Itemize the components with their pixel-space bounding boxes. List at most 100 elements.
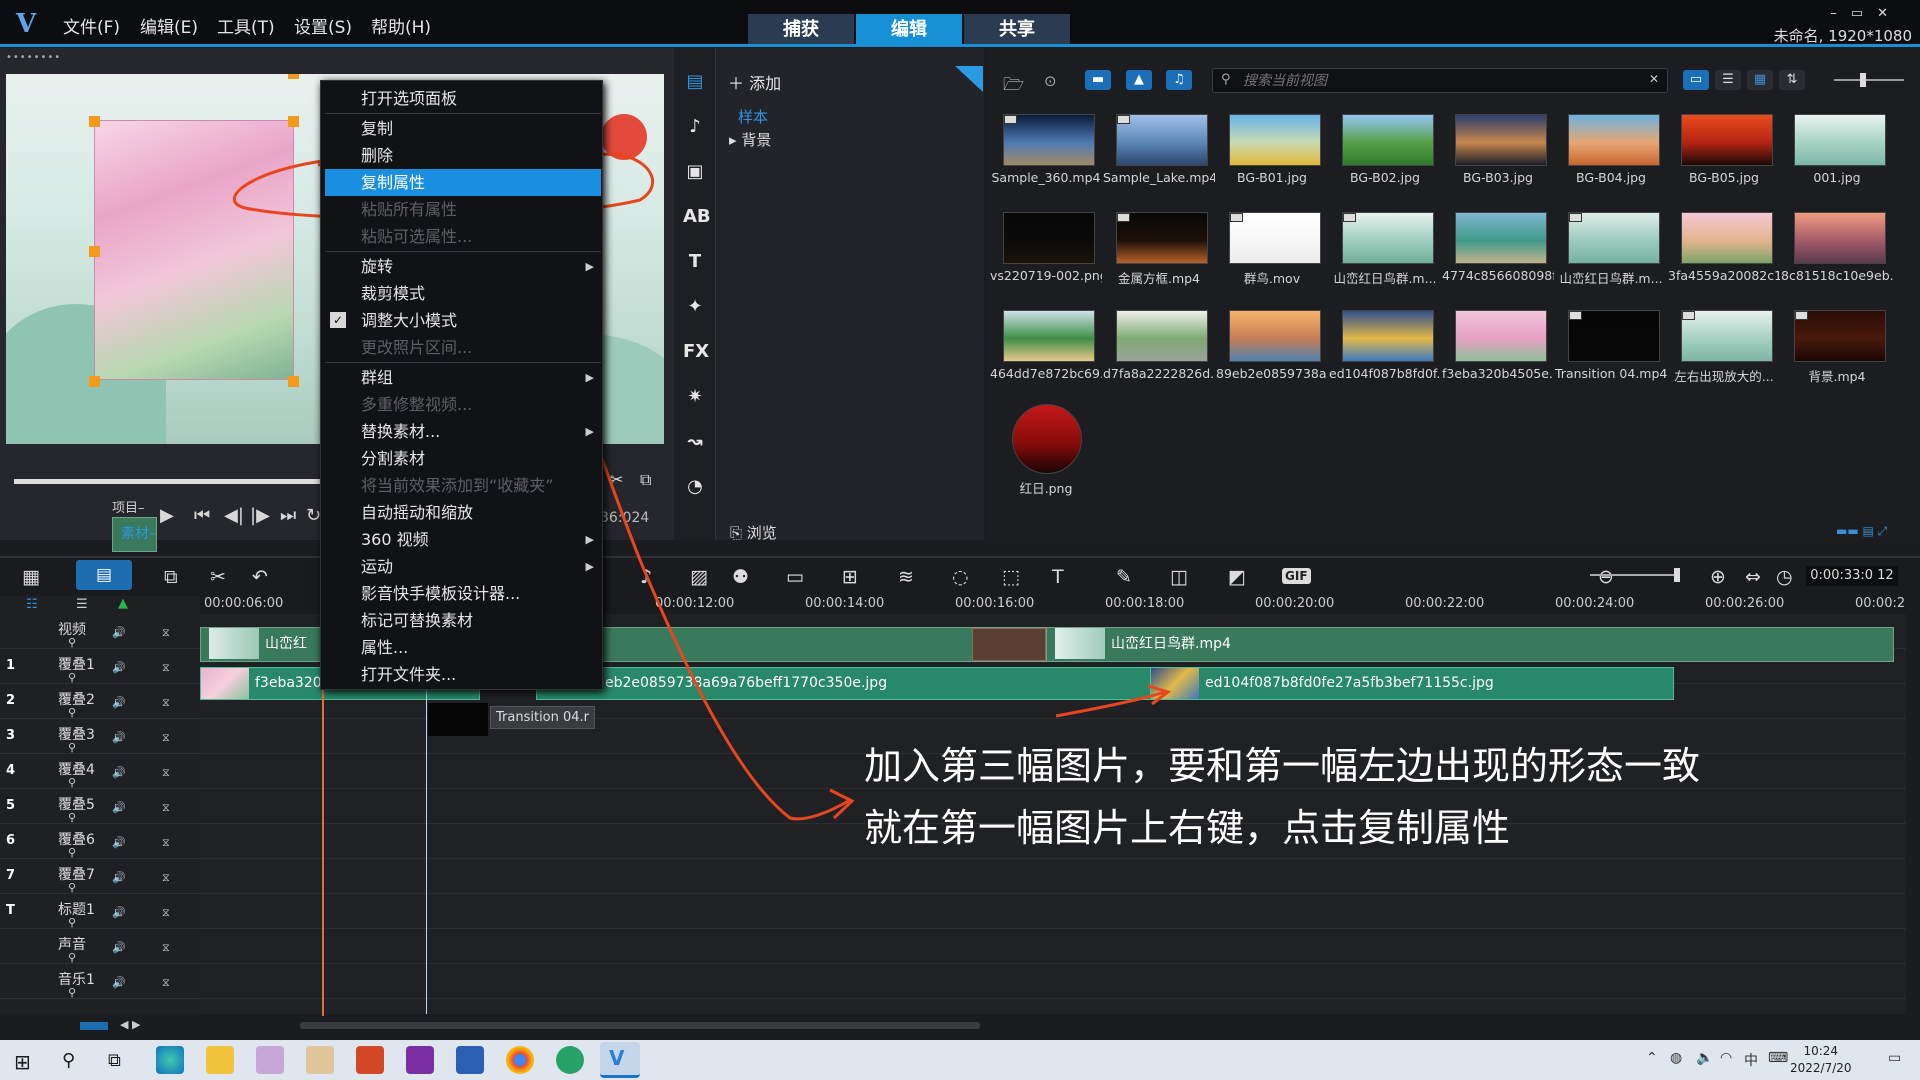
tab-share[interactable]: 共享 <box>964 14 1070 46</box>
filter-photo-icon[interactable]: ▲ <box>1126 70 1152 90</box>
edge-icon[interactable] <box>156 1046 184 1074</box>
rotate-icon[interactable]: ◌ <box>952 566 969 588</box>
mask-icon[interactable]: ⚉ <box>732 566 749 588</box>
menu-edit[interactable]: 编辑(E) <box>140 13 198 38</box>
lock-icon[interactable]: ⚲ <box>68 916 76 929</box>
onenote-icon[interactable] <box>406 1046 434 1074</box>
context-menu-item[interactable]: 影音快手模板设计器... <box>321 580 604 607</box>
menu-settings[interactable]: 设置(S) <box>294 13 352 38</box>
context-menu-item[interactable]: 复制 <box>321 115 604 142</box>
menu-tools[interactable]: 工具(T) <box>217 13 275 38</box>
media-thumbnail[interactable]: BG-B01.jpg <box>1216 106 1326 202</box>
powerpoint-icon[interactable] <box>356 1046 384 1074</box>
media-thumbnail[interactable]: ed104f087b8fd0f... <box>1329 302 1441 398</box>
context-menu-item[interactable]: 自动摇动和缩放 <box>321 499 604 526</box>
library-view-options[interactable]: ▬▬ ▤ ⤢ <box>1836 524 1887 539</box>
context-menu-item[interactable]: 调整大小模式 ✓ <box>321 307 604 334</box>
context-menu-item[interactable]: 360 视频 ▶ <box>321 526 604 553</box>
zoom-in-icon[interactable]: ⊕ <box>1710 566 1726 588</box>
windows-start-icon[interactable]: ⊞ <box>14 1050 31 1074</box>
context-menu-item[interactable]: 复制属性 <box>325 169 601 196</box>
video-clip[interactable]: 山峦红日鸟群.mp4 <box>1046 627 1894 662</box>
lock-icon[interactable]: ⚲ <box>68 811 76 824</box>
fit-project-icon[interactable]: ⇔ <box>1745 566 1761 588</box>
track-lane[interactable] <box>200 859 1906 894</box>
sort-icon[interactable]: ⇅ <box>1779 70 1805 90</box>
network-icon[interactable]: ◠ <box>1720 1050 1732 1066</box>
lock-icon[interactable]: ⚲ <box>68 776 76 789</box>
preview-timecode[interactable]: 36:024 <box>600 510 649 526</box>
play-icon[interactable]: ▶ <box>160 505 174 526</box>
context-menu-item[interactable]: 替换素材... ▶ <box>321 418 604 445</box>
filter-video-icon[interactable]: ▬ <box>1085 70 1111 90</box>
media-thumbnail[interactable]: 464dd7e872bc69... <box>990 302 1102 398</box>
ripple-icon[interactable]: ⧖ <box>162 731 170 745</box>
title-3d-icon[interactable]: T <box>1052 566 1064 588</box>
path-icon[interactable]: ↝ <box>683 430 707 454</box>
resize-handle[interactable] <box>89 246 100 257</box>
add-track-icon[interactable]: ▲ <box>118 596 128 611</box>
track-list-icon[interactable]: ☷ <box>26 597 38 612</box>
fx-icon[interactable]: FX <box>683 340 709 364</box>
media-thumbnail[interactable]: 4774c856608098f... <box>1442 204 1554 300</box>
resize-handle[interactable] <box>288 116 299 127</box>
browser-icon[interactable] <box>556 1046 584 1074</box>
lock-icon[interactable]: ⚲ <box>68 846 76 859</box>
clear-search-icon[interactable]: ✕ <box>1649 72 1659 86</box>
media-thumbnail[interactable]: BG-B03.jpg <box>1442 106 1552 202</box>
mute-icon[interactable]: 🔊 <box>112 836 126 849</box>
thumb-size-knob[interactable] <box>1860 73 1866 87</box>
project-label[interactable]: 项目– <box>112 500 145 517</box>
ripple-icon[interactable]: ⧖ <box>162 696 170 710</box>
mute-icon[interactable]: 🔊 <box>112 801 126 814</box>
context-menu-item[interactable]: 分割素材 <box>321 445 604 472</box>
ripple-icon[interactable]: ⧖ <box>162 836 170 850</box>
context-menu-item[interactable]: 群组 ▶ <box>321 364 604 391</box>
project-clip-switch[interactable]: 项目– 素材– <box>112 500 157 552</box>
track-header[interactable]: 5 覆叠5 🔊 ⧖ ⚲ <box>0 789 200 824</box>
list-view-icon[interactable]: ☰ <box>1715 70 1741 90</box>
storyboard-view-icon[interactable]: ▦ <box>22 566 40 588</box>
paint-icon[interactable]: ✎ <box>1116 566 1132 588</box>
subtitle-icon[interactable]: ▭ <box>786 566 804 588</box>
lock-icon[interactable]: ⚲ <box>68 671 76 684</box>
transition-clip[interactable] <box>972 628 1046 661</box>
media-thumbnail[interactable]: BG-B02.jpg <box>1329 106 1439 202</box>
audio-icon[interactable]: ♪ <box>683 115 707 139</box>
track-header[interactable]: 4 覆叠4 🔊 ⧖ ⚲ <box>0 754 200 789</box>
context-menu-item[interactable]: 属性... <box>321 634 604 661</box>
task-view-icon[interactable]: ⧉ <box>108 1050 121 1071</box>
chapter-icon[interactable]: ▨ <box>690 566 708 588</box>
track-order-icon[interactable]: ☰ <box>76 597 88 612</box>
track-lane[interactable] <box>200 929 1906 964</box>
ripple-icon[interactable]: ⧖ <box>162 801 170 815</box>
track-header[interactable]: 音乐1 🔊 ⧖ ⚲ <box>0 964 200 999</box>
window-controls[interactable]: –▭✕ <box>1830 6 1902 21</box>
media-thumbnail[interactable]: Transition 04.mp4 <box>1555 302 1667 398</box>
lock-icon[interactable]: ⚲ <box>68 986 76 999</box>
ripple-icon[interactable]: ⧖ <box>162 941 170 955</box>
track-lane[interactable] <box>200 964 1906 999</box>
timeline-zoom-thumb[interactable] <box>80 1022 108 1030</box>
thumb-view-icon[interactable]: ▭ <box>1683 70 1709 90</box>
notification-icon[interactable]: ▭ <box>1888 1050 1901 1066</box>
mute-icon[interactable]: 🔊 <box>112 661 126 674</box>
media-thumbnail[interactable]: vs220719-002.png <box>990 204 1102 300</box>
media-thumbnail[interactable]: 89eb2e0859738a... <box>1216 302 1328 398</box>
ripple-icon[interactable]: ⧖ <box>162 661 170 675</box>
lock-icon[interactable]: ⚲ <box>68 636 76 649</box>
title-icon[interactable]: T <box>683 250 707 274</box>
track-header[interactable]: 视频 🔊 ⧖ ⚲ <box>0 614 200 649</box>
context-menu-item[interactable]: 打开文件夹... <box>321 661 604 688</box>
tree-item-background[interactable]: ▸ 背景 <box>729 129 771 150</box>
context-menu-item[interactable]: 标记可替换素材 <box>321 607 604 634</box>
overlay-clip[interactable]: eb2e0859738a69a76beff1770c350e.jpg <box>536 667 1256 700</box>
gif-icon[interactable]: GIF <box>1282 568 1311 584</box>
speed-icon[interactable]: ◔ <box>683 475 707 499</box>
timeline-view-icon[interactable]: ▤ <box>76 560 132 590</box>
media-thumbnail[interactable]: 背景.mp4 <box>1781 302 1891 398</box>
next-frame-icon[interactable]: |▶ <box>250 505 270 526</box>
scroll-arrows[interactable]: ◀ ▶ <box>120 1018 140 1031</box>
thumb-size-slider[interactable] <box>1834 79 1904 81</box>
resize-handle[interactable] <box>89 116 100 127</box>
